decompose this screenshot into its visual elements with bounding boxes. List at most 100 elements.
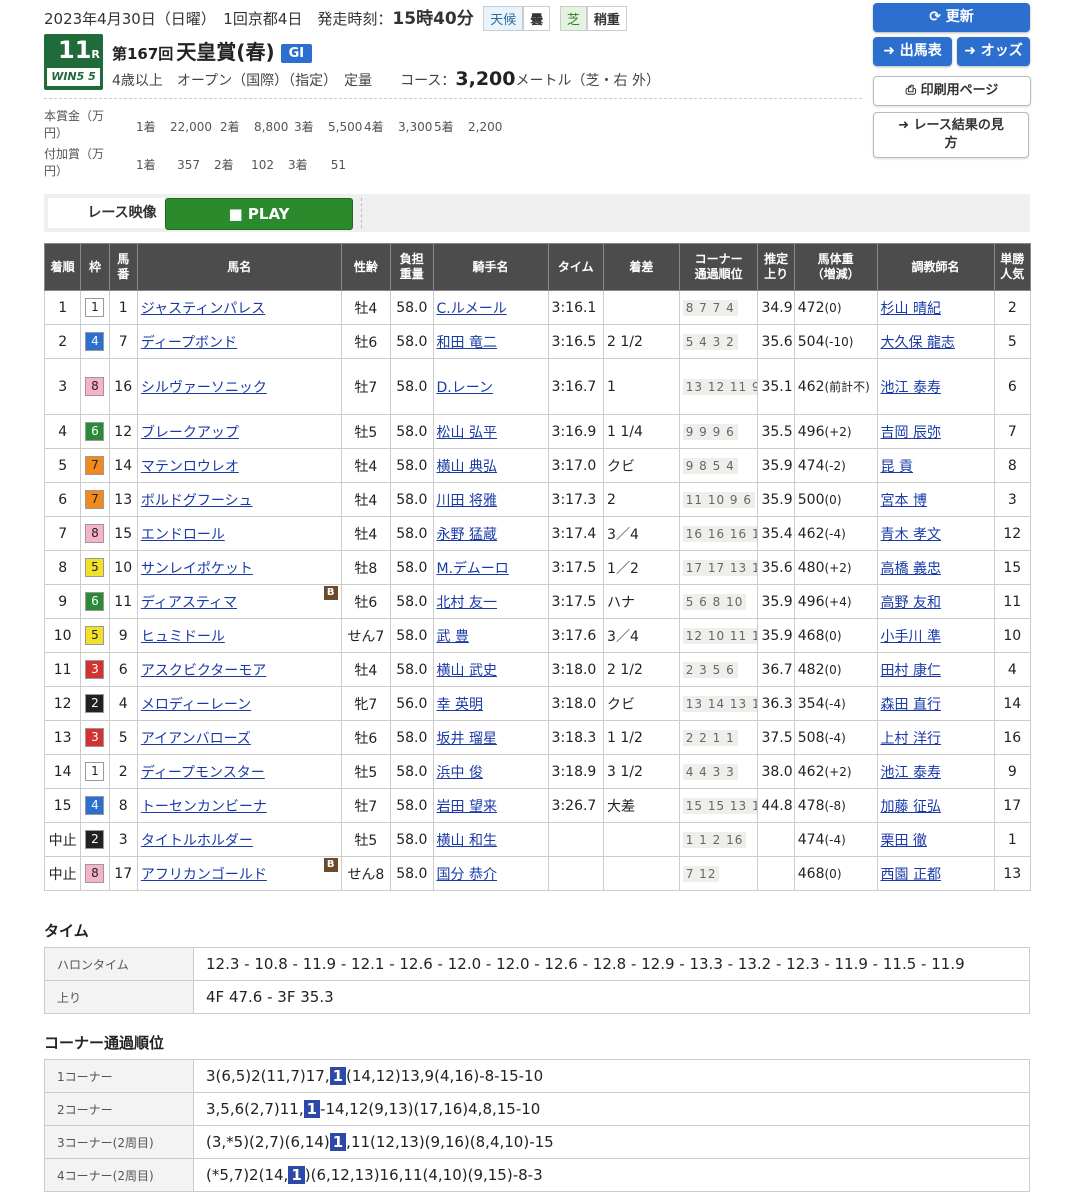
body-weight-diff: (前計不) [824, 379, 870, 394]
horse-name-link[interactable]: サンレイポケット [141, 561, 253, 577]
jockey-cell: D.レーン [432, 358, 549, 415]
result-row: 4 6 12 ブレークアップ 牡5 58.0 松山 弘平 3:16.9 1 1/4 9 9 9 6… [43, 414, 1032, 449]
prize-amount: 102 [251, 158, 274, 172]
jockey-link[interactable]: 横山 和生 [437, 833, 497, 849]
horse-cell: アスクビクターモア [136, 652, 342, 687]
corner-row: 3コーナー(2周目) (3,*5)(2,7)(6,14) 1,11(12,13)(9… [44, 1125, 1030, 1159]
horse-name-link[interactable]: エンドロール [141, 527, 225, 543]
trainer-link[interactable]: 西園 正都 [881, 867, 941, 883]
jockey-link[interactable]: M.デムーロ [437, 561, 509, 577]
horse-name-link[interactable]: ジャスティンパレス [141, 301, 265, 317]
jockey-link[interactable]: 和田 竜二 [437, 335, 497, 351]
jockey-link[interactable]: 武 豊 [437, 629, 469, 645]
jockey-link[interactable]: 国分 恭介 [437, 867, 497, 883]
result-row: 5 7 14 マテンロウレオ 牡4 58.0 横山 典弘 3:17.0 クビ 9 8 5 4 35.… [43, 448, 1032, 483]
jockey-link[interactable]: 坂井 瑠星 [437, 731, 497, 747]
popularity-cell: 13 [993, 856, 1032, 891]
horse-name-link[interactable]: トーセンカンビーナ [141, 799, 267, 815]
jockey-cell: 松山 弘平 [432, 414, 549, 449]
jockey-link[interactable]: D.レーン [437, 380, 494, 396]
win5-logo: WIN5 5 [47, 68, 100, 86]
trainer-link[interactable]: 加藤 征弘 [881, 799, 941, 815]
trainer-cell: 宮本 博 [876, 482, 995, 517]
horse-name-link[interactable]: シルヴァーソニック [141, 380, 267, 396]
column-header: 性齢 [340, 243, 392, 291]
last-label: 上り [44, 980, 194, 1014]
body-weight-diff: (+2) [824, 424, 852, 439]
horse-name-link[interactable]: ブレークアップ [141, 425, 239, 441]
horse-name-link[interactable]: ディープボンド [141, 335, 237, 351]
jockey-link[interactable]: 横山 典弘 [437, 459, 497, 475]
jockey-link[interactable]: 永野 猛蔵 [437, 527, 497, 543]
body-weight: 482 [797, 661, 825, 678]
body-weight-diff: (+2) [824, 764, 852, 779]
trainer-link[interactable]: 高橋 義忠 [881, 561, 941, 577]
entries-button[interactable]: ➜ 出馬表 [873, 37, 952, 66]
trainer-link[interactable]: 池江 泰寿 [881, 380, 941, 396]
horse-name-link[interactable]: アフリカンゴールド [141, 867, 267, 883]
last-times: 4F 47.6 - 3F 35.3 [193, 980, 1030, 1014]
body-weight-cell: 496(+4) [793, 584, 878, 619]
jockey-link[interactable]: 岩田 望来 [437, 799, 497, 815]
refresh-button[interactable]: ⟳ 更新 [873, 3, 1030, 32]
grade-badge: GI [280, 44, 313, 63]
furlong-row: ハロンタイム 12.3 - 10.8 - 11.9 - 12.1 - 12.6 … [44, 947, 1030, 981]
trainer-link[interactable]: 高野 友和 [881, 595, 941, 611]
body-weight-cell: 504(-10) [793, 324, 878, 359]
popularity-cell: 16 [993, 720, 1032, 755]
horse-number-cell: 16 [108, 358, 138, 415]
jockey-link[interactable]: 浜中 俊 [437, 765, 483, 781]
prize-place: 3着 [288, 158, 308, 172]
jockey-link[interactable]: 松山 弘平 [437, 425, 497, 441]
corner-label: 2コーナー [44, 1092, 194, 1126]
trainer-link[interactable]: 青木 孝文 [881, 527, 941, 543]
prize-amount: 22,000 [170, 120, 212, 134]
weight-cell: 58.0 [390, 290, 434, 325]
odds-button[interactable]: ➜ オッズ [957, 37, 1030, 66]
corner-positions: 7 12 [682, 865, 720, 882]
jockey-link[interactable]: 幸 英明 [437, 697, 483, 713]
trainer-link[interactable]: 杉山 晴紀 [881, 301, 941, 317]
body-weight-cell: 482(0) [793, 652, 878, 687]
jockey-link[interactable]: 北村 友一 [437, 595, 497, 611]
trainer-link[interactable]: 森田 直行 [881, 697, 941, 713]
trainer-link[interactable]: 大久保 龍志 [881, 335, 955, 351]
horse-name-link[interactable]: マテンロウレオ [141, 459, 239, 475]
waku-cell: 8 [80, 856, 110, 891]
horse-name-link[interactable]: ディアスティマ [141, 595, 237, 611]
trainer-link[interactable]: 池江 泰寿 [881, 765, 941, 781]
time-cell: 3:16.5 [547, 324, 605, 359]
prize-place: 4着 [364, 120, 384, 134]
horse-cell: マテンロウレオ [136, 448, 342, 483]
trainer-cell: 上村 洋行 [876, 720, 995, 755]
horse-cell: トーセンカンビーナ [136, 788, 342, 823]
trainer-link[interactable]: 宮本 博 [881, 493, 927, 509]
trainer-link[interactable]: 上村 洋行 [881, 731, 941, 747]
distance: 3,200 [455, 68, 516, 90]
horse-name-link[interactable]: アイアンバローズ [141, 731, 251, 747]
horse-number-cell: 9 [108, 618, 138, 653]
horse-name-link[interactable]: アスクビクターモア [141, 663, 266, 679]
waku-badge: 1 [85, 762, 105, 781]
horse-name-link[interactable]: メロディーレーン [141, 697, 251, 713]
trainer-link[interactable]: 田村 康仁 [881, 663, 941, 679]
horse-name-link[interactable]: ディープモンスター [141, 765, 265, 781]
horse-name-link[interactable]: ボルドグフーシュ [141, 493, 253, 509]
horse-name-link[interactable]: ヒュミドール [141, 629, 225, 645]
result-howto-button[interactable]: ➜ レース結果の見 方 [873, 112, 1029, 158]
horse-name-link[interactable]: タイトルホルダー [141, 833, 253, 849]
jockey-cell: 横山 武史 [432, 652, 549, 687]
print-page-button[interactable]: ⎙ 印刷用ページ [873, 76, 1031, 106]
horse-number-cell: 7 [108, 324, 138, 359]
trainer-link[interactable]: 吉岡 辰弥 [881, 425, 941, 441]
waku-badge: 7 [85, 456, 105, 475]
jockey-link[interactable]: C.ルメール [437, 301, 507, 317]
trainer-link[interactable]: 栗田 徹 [881, 833, 927, 849]
body-weight-diff: (0) [824, 628, 842, 643]
body-weight-cell: 462(前計不) [793, 358, 878, 415]
trainer-link[interactable]: 昆 貢 [881, 459, 913, 475]
play-button[interactable]: ■ PLAY [165, 198, 353, 230]
jockey-link[interactable]: 川田 将雅 [437, 493, 497, 509]
trainer-link[interactable]: 小手川 準 [881, 629, 941, 645]
jockey-link[interactable]: 横山 武史 [437, 663, 497, 679]
